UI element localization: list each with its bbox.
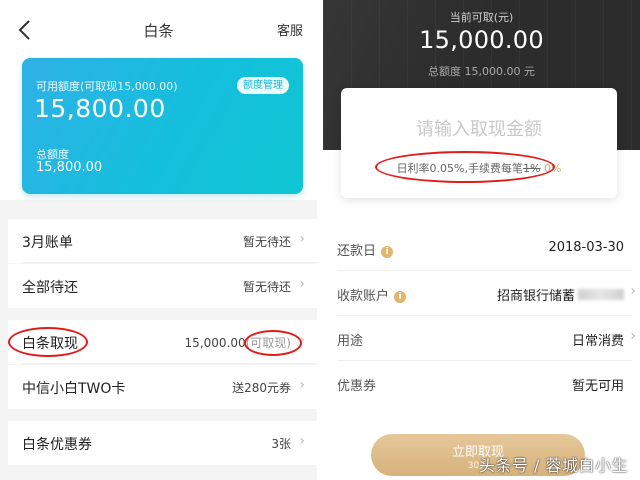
- divider: [22, 363, 317, 364]
- receiving-account-row[interactable]: 收款账户 i 招商银行储蓄 ›: [335, 271, 636, 316]
- list-item-label: 白条取现: [22, 336, 78, 352]
- customer-service-link[interactable]: 客服: [277, 20, 303, 39]
- coupon-row[interactable]: 优惠券 暂无可用: [335, 361, 632, 406]
- coupon-label: 优惠券: [337, 379, 377, 394]
- available-credit-value: 15,800.00: [34, 94, 166, 123]
- divider: [22, 262, 317, 263]
- form-label: 还款日 i: [337, 240, 394, 259]
- credit-card-summary: 可用额度(可取现15,000.00) 15,800.00 额度管理 总额度 15…: [22, 58, 303, 194]
- fee-current: 0%: [543, 162, 562, 175]
- chevron-right-icon: ›: [299, 276, 305, 292]
- screenshot-collage: 白条 客服 可用额度(可取现15,000.00) 15,800.00 额度管理 …: [0, 0, 640, 480]
- list-item-value: 送280元券: [232, 381, 291, 395]
- list-item-value: 暂无待还: [242, 235, 291, 249]
- purpose-label: 用途: [337, 334, 364, 349]
- list-item-value: 暂无待还: [242, 280, 291, 294]
- watermark: 头条号 / 蓉城白小生: [478, 456, 628, 475]
- list-item-value: 3张: [271, 437, 291, 451]
- chevron-right-icon: ›: [630, 283, 636, 299]
- list-item-label: 全部待还: [22, 280, 78, 296]
- rate-text: 日利率0.05%,手续费每笔: [396, 162, 524, 175]
- amount-input[interactable]: [341, 116, 617, 142]
- current-available-label: 当前可取(元): [449, 11, 514, 24]
- receiving-account-label: 收款账户: [337, 289, 390, 304]
- coupon-value: 暂无可用: [571, 379, 624, 394]
- repayment-date-row: 还款日 i 2018-03-30: [335, 226, 632, 271]
- rate-info: 日利率0.05%,手续费每笔1% 0%: [341, 160, 617, 176]
- repayment-date-label: 还款日: [337, 244, 377, 259]
- chevron-right-icon: ›: [299, 433, 305, 449]
- list-item-march-bill[interactable]: 3月账单 暂无待还 ›: [8, 219, 317, 263]
- cash-available-value: 15,000.00: [184, 336, 246, 350]
- amount-input-card: 日利率0.05%,手续费每笔1% 0%: [341, 88, 617, 198]
- chevron-right-icon: ›: [299, 377, 305, 393]
- chevron-right-icon: ›: [299, 231, 305, 247]
- total-credit-text: 总额度 15,000.00 元: [428, 65, 535, 78]
- purpose-value: 日常消费: [571, 334, 624, 349]
- receiving-account-value: 招商银行储蓄: [497, 285, 624, 304]
- credit-manage-button[interactable]: 额度管理: [237, 77, 289, 94]
- total-credit-value: 15,800.00: [36, 160, 103, 175]
- chevron-right-icon: ›: [630, 328, 636, 344]
- page-title: 白条: [143, 22, 174, 40]
- chevron-right-icon: ›: [299, 332, 305, 348]
- list-item-citic-card[interactable]: 中信小白TWO卡 送280元券 ›: [8, 365, 317, 409]
- purpose-row[interactable]: 用途 日常消费 ›: [335, 316, 636, 361]
- list-item-label: 白条优惠券: [22, 437, 92, 453]
- header-area: 白条 客服 可用额度(可取现15,000.00) 15,800.00 额度管理 …: [0, 0, 317, 200]
- list-item-coupons[interactable]: 白条优惠券 3张 ›: [8, 421, 317, 465]
- list-item-value: 15,000.00(可取现): [185, 334, 291, 351]
- bank-name: 招商银行储蓄: [496, 289, 575, 304]
- form-label: 收款账户 i: [337, 285, 407, 304]
- list-item-label: 3月账单: [22, 235, 73, 251]
- list-item-all-due[interactable]: 全部待还 暂无待还 ›: [8, 264, 317, 308]
- cash-available-hint: (可取现): [245, 336, 291, 350]
- list-item-label: 中信小白TWO卡: [22, 381, 126, 397]
- current-available-value: 15,000.00: [419, 26, 544, 54]
- info-icon[interactable]: i: [381, 246, 394, 258]
- redacted-account-number: [578, 289, 624, 300]
- available-credit-label: 可用额度(可取现15,000.00): [36, 80, 178, 93]
- baitiao-home-panel: 白条 客服 可用额度(可取现15,000.00) 15,800.00 额度管理 …: [0, 0, 317, 480]
- cash-withdraw-panel: 当前可取(元) 15,000.00 总额度 15,000.00 元 日利率0.0…: [323, 0, 640, 480]
- repayment-date-value: 2018-03-30: [548, 240, 624, 255]
- info-icon[interactable]: i: [394, 291, 407, 303]
- list-item-cash-withdraw[interactable]: 白条取现 15,000.00(可取现) ›: [8, 320, 317, 364]
- fee-original: 1%: [523, 162, 541, 175]
